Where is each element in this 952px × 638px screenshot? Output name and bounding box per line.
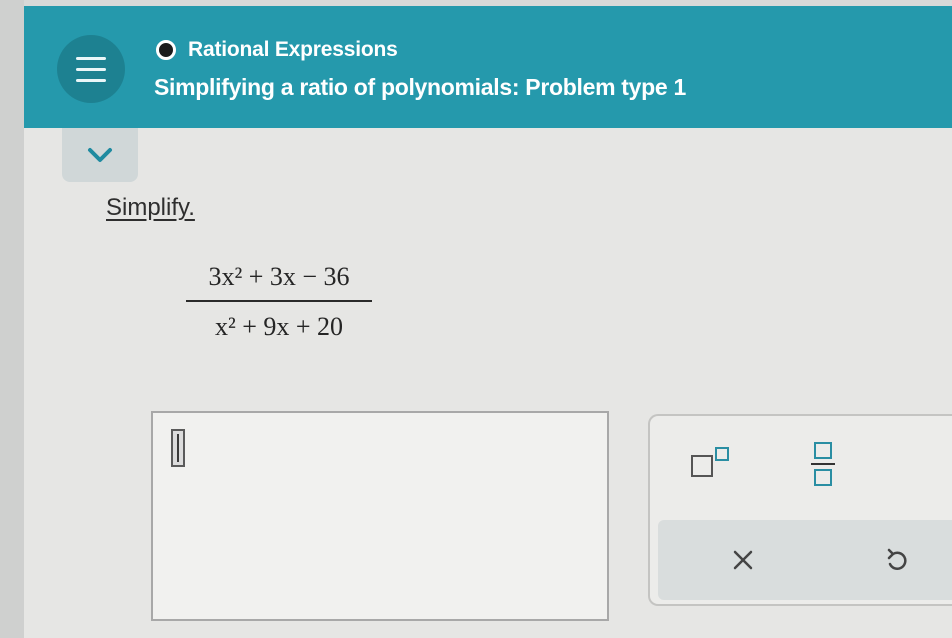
hamburger-icon	[76, 56, 106, 60]
rational-expression: 3x² + 3x − 36 x² + 9x + 20	[186, 258, 372, 346]
topic-row: Rational Expressions	[156, 38, 398, 62]
hamburger-icon	[76, 78, 106, 82]
chevron-down-icon	[88, 148, 112, 162]
fraction-bar	[186, 300, 372, 302]
answer-input[interactable]	[151, 411, 609, 621]
topic-header: Rational Expressions Simplifying a ratio…	[24, 6, 952, 128]
keypad-top-row	[650, 416, 952, 516]
text-cursor	[171, 429, 185, 467]
instruction-text: Simplify.	[106, 194, 195, 221]
numerator: 3x² + 3x − 36	[208, 262, 350, 291]
topic-label: Rational Expressions	[188, 38, 398, 61]
undo-icon	[887, 548, 907, 570]
menu-button[interactable]	[57, 35, 125, 103]
hamburger-icon	[76, 67, 106, 71]
exponent-icon	[691, 447, 729, 477]
topic-status-dot-icon	[156, 40, 176, 60]
clear-icon	[733, 550, 753, 570]
undo-button[interactable]	[872, 538, 922, 582]
collapse-header-button[interactable]	[62, 128, 138, 182]
math-keypad	[648, 414, 952, 606]
keypad-bottom-row	[658, 520, 952, 600]
fraction-button[interactable]	[798, 438, 848, 490]
fraction-icon	[811, 442, 835, 486]
window-left-edge	[0, 0, 24, 638]
exponent-button[interactable]	[686, 444, 740, 484]
clear-button[interactable]	[718, 538, 768, 582]
problem-title: Simplifying a ratio of polynomials: Prob…	[154, 74, 686, 100]
denominator: x² + 9x + 20	[214, 312, 344, 341]
